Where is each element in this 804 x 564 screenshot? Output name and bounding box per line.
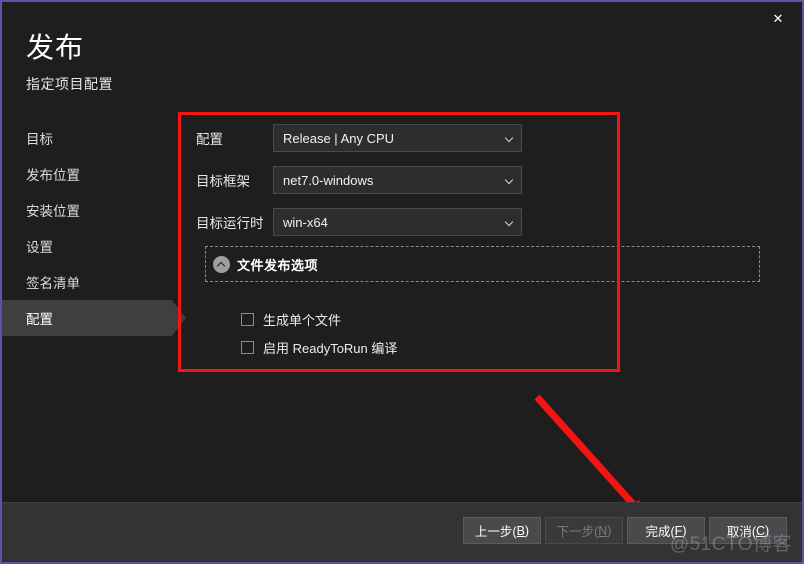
sidebar-item-0[interactable]: 目标 [2,120,172,156]
chevron-down-icon[interactable] [506,135,513,142]
chevron-down-icon[interactable] [506,177,513,184]
close-icon[interactable]: ✕ [756,4,800,32]
selected-pointer-icon [172,300,186,336]
footer-button-2[interactable]: 完成(F) [627,517,705,544]
checkbox-0[interactable]: 生成单个文件 [241,305,397,333]
field-row-1: 目标框架 net7.0-windows [196,166,756,194]
sidebar-item-2[interactable]: 安装位置 [2,192,172,228]
button-text: 下一步( [556,525,599,539]
checkbox-label-0: 生成单个文件 [263,312,342,328]
button-mnemonic: C [755,523,766,538]
sidebar-item-label: 发布位置 [26,168,80,183]
chevron-down-icon[interactable] [506,219,513,226]
sidebar-item-label: 签名清单 [26,276,80,291]
button-mnemonic: B [516,523,525,538]
publish-wizard-dialog: ✕ 发布 指定项目配置 目标 发布位置 安装位置 设置 签名清单 配置 配置 Release… [0,0,804,564]
button-text-tail: ) [524,523,530,538]
page-subtitle: 指定项目配置 [26,76,113,92]
chevron-up-circle-icon[interactable] [213,255,230,273]
field-row-2: 目标运行时 win-x64 [196,208,756,236]
dropdown-value-2: win-x64 [283,214,328,230]
footer-button-0[interactable]: 上一步(B) [463,517,541,544]
button-text-tail: ) [765,523,770,538]
sidebar-item-label: 安装位置 [26,204,80,219]
sidebar-item-1[interactable]: 发布位置 [2,156,172,192]
file-publish-options-list: 生成单个文件启用 ReadyToRun 编译 [241,305,397,361]
checkbox-1[interactable]: 启用 ReadyToRun 编译 [241,333,397,361]
sidebar-item-label: 设置 [26,240,53,255]
configuration-form: 配置 Release | Any CPU 目标框架 net7.0-windows 目标运… [196,124,756,250]
footer-button-1: 下一步(N) [545,517,623,544]
button-mnemonic: N [598,523,608,538]
dialog-footer: 上一步(B) 下一步(N) 完成(F) 取消(C) [2,502,802,562]
sidebar-item-label: 配置 [26,312,53,327]
wizard-sidebar: 目标发布位置安装位置设置签名清单配置 [2,120,186,336]
sidebar-item-label: 目标 [26,132,53,147]
button-text: 上一步( [474,525,517,539]
field-row-0: 配置 Release | Any CPU [196,124,756,152]
sidebar-item-4[interactable]: 签名清单 [2,264,172,300]
field-label-2: 目标运行时 [196,216,264,231]
sidebar-item-3[interactable]: 设置 [2,228,172,264]
sidebar-item-5[interactable]: 配置 [2,300,186,336]
dialog-header: 发布 指定项目配置 [26,30,626,94]
dropdown-0[interactable]: Release | Any CPU [273,124,522,152]
checkbox-box-0[interactable] [241,312,254,326]
field-label-0: 配置 [196,132,223,147]
button-text: 取消( [726,525,756,539]
button-mnemonic: F [674,523,683,538]
footer-button-3[interactable]: 取消(C) [709,517,787,544]
dropdown-1[interactable]: net7.0-windows [273,166,522,194]
footer-button-group: 上一步(B) 下一步(N) 完成(F) 取消(C) [463,517,787,544]
page-title: 发布 [26,32,85,63]
dropdown-2[interactable]: win-x64 [273,208,522,236]
button-text: 完成( [645,525,675,539]
button-text-tail: ) [682,523,687,538]
dropdown-value-1: net7.0-windows [283,172,374,188]
button-text-tail: ) [607,523,612,538]
field-label-1: 目标框架 [196,174,250,189]
checkbox-box-1[interactable] [241,340,254,354]
dropdown-value-0: Release | Any CPU [283,130,395,146]
file-publish-options-group-header[interactable]: 文件发布选项 [205,246,760,282]
checkbox-label-1: 启用 ReadyToRun 编译 [263,340,398,356]
group-title: 文件发布选项 [237,257,319,273]
